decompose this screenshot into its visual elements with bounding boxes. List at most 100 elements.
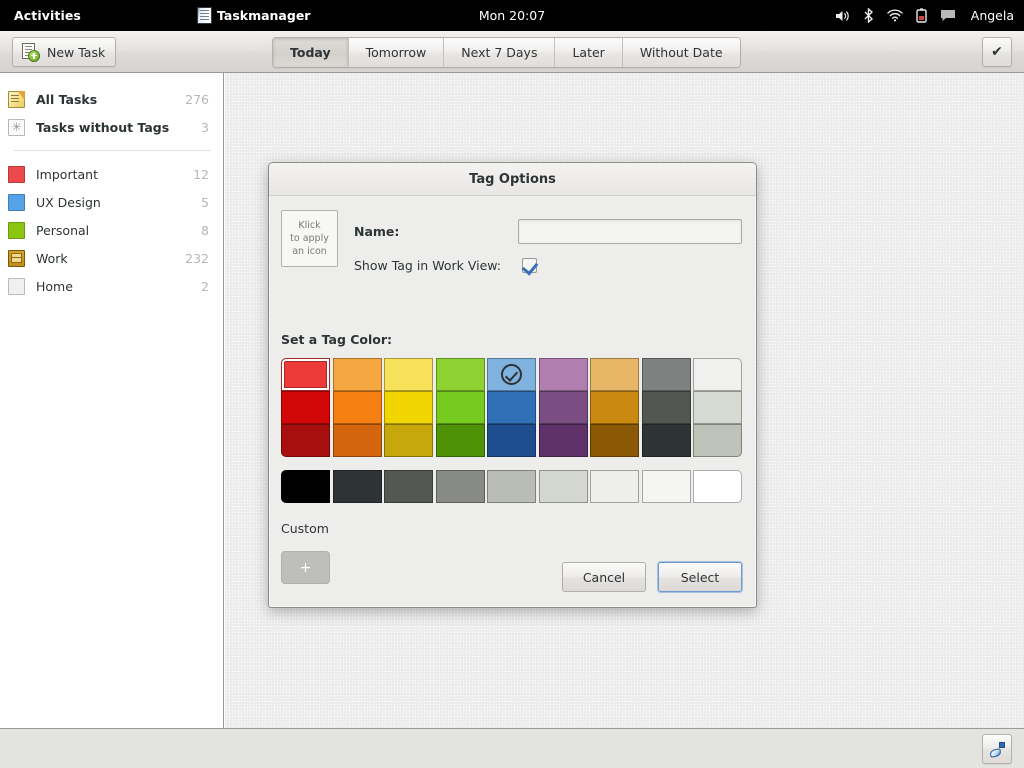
color-swatch[interactable] xyxy=(332,358,382,391)
system-top-bar: Activities Taskmanager Mon 20:07 Angela xyxy=(0,0,1024,31)
color-swatch[interactable] xyxy=(487,424,536,457)
color-swatch[interactable] xyxy=(693,424,742,457)
plus-icon: + xyxy=(299,559,312,576)
gray-swatch[interactable] xyxy=(384,470,433,503)
sidebar-item-tasks-without-tags[interactable]: Tasks without Tags 3 xyxy=(0,113,223,141)
sidebar-item-count: 3 xyxy=(201,119,209,135)
dialog-titlebar: Tag Options xyxy=(269,163,756,196)
color-swatch[interactable] xyxy=(538,424,588,457)
color-swatch[interactable] xyxy=(487,391,536,424)
system-tray: Angela xyxy=(835,0,1014,31)
gray-swatch[interactable] xyxy=(693,470,742,503)
color-swatch[interactable] xyxy=(281,391,330,424)
color-swatch[interactable] xyxy=(641,358,691,391)
sidebar-item-label: UX Design xyxy=(36,194,101,210)
sidebar-item-count: 5 xyxy=(201,194,209,210)
show-tag-label: Show Tag in Work View: xyxy=(354,257,502,273)
tab-next-7-days[interactable]: Next 7 Days xyxy=(444,38,556,67)
application-window: New Task Today Tomorrow Next 7 Days Later Wi… xyxy=(0,31,1024,768)
color-swatch[interactable] xyxy=(590,424,639,457)
notepad-pencil-icon xyxy=(8,90,25,108)
sidebar-item-home[interactable]: Home 2 xyxy=(0,272,223,300)
color-swatch[interactable] xyxy=(281,358,330,391)
app-name-label: Taskmanager xyxy=(216,8,311,23)
sidebar-item-all-tasks[interactable]: All Tasks 276 xyxy=(0,85,223,113)
color-swatch[interactable] xyxy=(487,358,536,391)
color-swatch[interactable] xyxy=(641,424,691,457)
sidebar-item-work[interactable]: Work 232 xyxy=(0,244,223,272)
name-row: Name: xyxy=(354,218,742,244)
asterisk-icon xyxy=(8,118,25,136)
color-swatch[interactable] xyxy=(435,391,485,424)
sidebar-item-count: 2 xyxy=(201,278,209,294)
apply-icon-button[interactable]: Klick to apply an icon xyxy=(281,210,338,267)
battery-icon[interactable] xyxy=(916,8,927,23)
apply-icon-line3: an icon xyxy=(292,246,327,257)
color-swatch[interactable] xyxy=(281,424,330,457)
document-icon xyxy=(196,7,212,24)
gray-swatch[interactable] xyxy=(281,470,330,503)
color-swatch[interactable] xyxy=(693,391,742,424)
color-swatch[interactable] xyxy=(693,358,742,391)
cancel-button[interactable]: Cancel xyxy=(562,562,646,592)
apply-icon-line1: Klick xyxy=(298,220,321,231)
sidebar-item-label: Tasks without Tags xyxy=(36,119,170,135)
tag-form: Name: Show Tag in Work View: xyxy=(354,218,742,278)
complete-tasks-button[interactable]: ✔ xyxy=(982,37,1012,67)
bluetooth-icon[interactable] xyxy=(863,8,874,23)
custom-label: Custom xyxy=(281,521,329,536)
tag-sidebar: All Tasks 276 Tasks without Tags 3 Important… xyxy=(0,73,224,728)
sidebar-item-label: Home xyxy=(36,278,73,294)
new-document-icon xyxy=(21,42,40,62)
tab-later[interactable]: Later xyxy=(555,38,623,67)
name-input[interactable] xyxy=(518,218,742,244)
color-swatch[interactable] xyxy=(332,391,382,424)
color-swatch[interactable] xyxy=(435,358,485,391)
app-menu-button[interactable]: Taskmanager xyxy=(196,7,311,24)
tab-tomorrow[interactable]: Tomorrow xyxy=(348,38,445,67)
selected-check-icon xyxy=(501,364,522,385)
sidebar-item-personal[interactable]: Personal 8 xyxy=(0,216,223,244)
dialog-title: Tag Options xyxy=(469,171,556,187)
app-bottom-bar xyxy=(0,728,1024,768)
select-button[interactable]: Select xyxy=(658,562,742,592)
color-swatch[interactable] xyxy=(384,424,433,457)
sidebar-item-ux-design[interactable]: UX Design 5 xyxy=(0,188,223,216)
gray-swatch[interactable] xyxy=(435,470,485,503)
edit-tags-button[interactable] xyxy=(982,734,1012,764)
tab-without-date[interactable]: Without Date xyxy=(622,38,740,67)
color-swatch[interactable] xyxy=(332,424,382,457)
color-swatch[interactable] xyxy=(384,358,433,391)
drawer-icon xyxy=(8,249,25,267)
color-swatch[interactable] xyxy=(590,358,639,391)
gray-swatch[interactable] xyxy=(538,470,588,503)
color-swatch[interactable] xyxy=(590,391,639,424)
color-swatch xyxy=(8,193,25,211)
show-tag-checkbox[interactable] xyxy=(522,257,537,273)
sidebar-item-label: Important xyxy=(36,166,98,182)
wifi-icon[interactable] xyxy=(887,9,903,22)
gray-swatch[interactable] xyxy=(590,470,639,503)
color-swatch[interactable] xyxy=(384,391,433,424)
add-custom-color-button[interactable]: + xyxy=(281,551,330,584)
message-icon[interactable] xyxy=(940,9,956,22)
color-swatch[interactable] xyxy=(435,424,485,457)
gray-swatch[interactable] xyxy=(487,470,536,503)
sidebar-item-important[interactable]: Important 12 xyxy=(0,160,223,188)
gray-swatch[interactable] xyxy=(332,470,382,503)
color-swatch xyxy=(8,221,25,239)
color-swatch xyxy=(8,277,25,295)
volume-icon[interactable] xyxy=(835,9,850,23)
gray-swatch[interactable] xyxy=(641,470,691,503)
dialog-actions: Cancel Select xyxy=(562,562,742,592)
tab-today[interactable]: Today xyxy=(273,38,349,67)
activities-button[interactable]: Activities xyxy=(0,0,93,31)
color-swatch[interactable] xyxy=(538,358,588,391)
new-task-button[interactable]: New Task xyxy=(12,37,117,67)
color-swatch xyxy=(8,165,25,183)
color-swatch[interactable] xyxy=(641,391,691,424)
user-name-label[interactable]: Angela xyxy=(971,8,1014,23)
sidebar-item-count: 276 xyxy=(185,91,209,107)
color-swatch[interactable] xyxy=(538,391,588,424)
sidebar-item-count: 232 xyxy=(185,250,209,266)
